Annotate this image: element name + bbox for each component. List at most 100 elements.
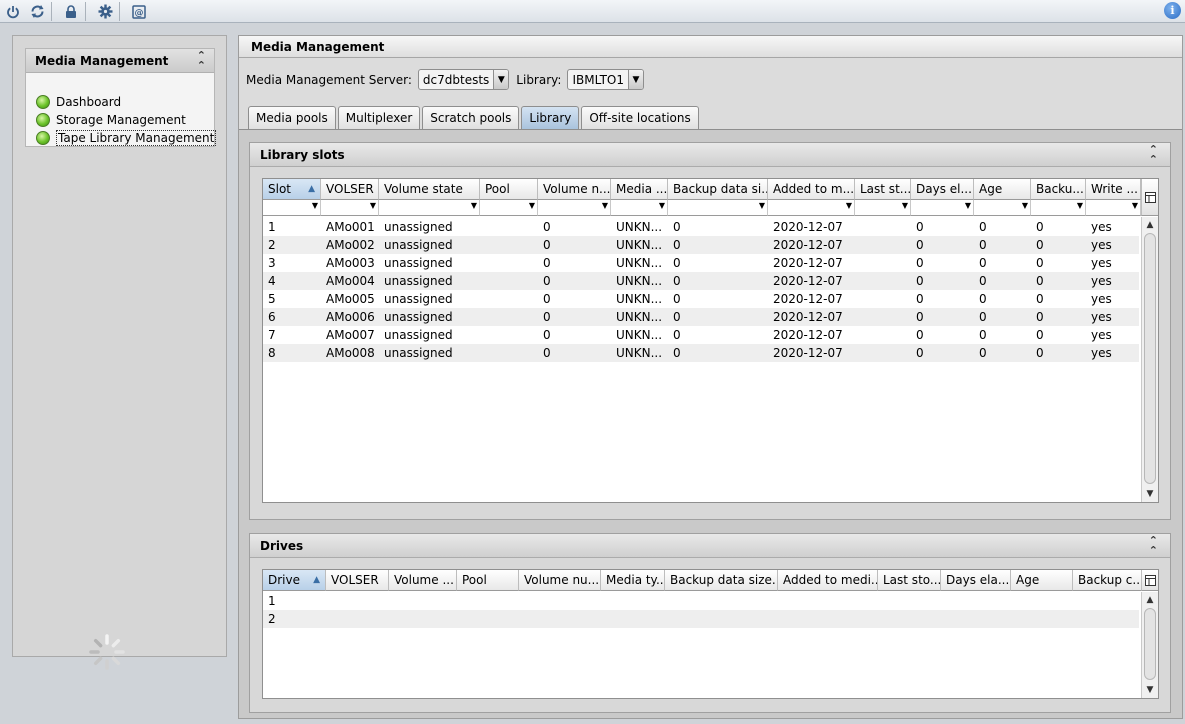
chevron-down-icon[interactable]: ▼ [312, 201, 318, 210]
gear-icon[interactable] [95, 2, 115, 21]
chevron-down-icon[interactable]: ▼ [1132, 201, 1138, 210]
column-filter-dropdown[interactable]: ▼ [974, 200, 1031, 216]
chevron-down-icon[interactable]: ▼ [493, 70, 509, 89]
column-filter-dropdown[interactable]: ▼ [855, 200, 911, 216]
column-filter-dropdown[interactable]: ▼ [911, 200, 974, 216]
lock-icon[interactable] [61, 2, 81, 21]
column-filter-dropdown[interactable]: ▼ [611, 200, 668, 216]
column-header[interactable]: Volume nu... [519, 570, 601, 591]
chevron-down-icon[interactable]: ▼ [902, 201, 908, 210]
chevron-down-icon[interactable]: ▼ [846, 201, 852, 210]
server-dropdown[interactable]: dc7dbtests ▼ [417, 69, 510, 90]
info-icon[interactable]: i [1164, 2, 1181, 19]
column-header[interactable]: Drive ▲ [263, 570, 326, 591]
column-filter-dropdown[interactable]: ▼ [480, 200, 538, 216]
table-cell: 0 [979, 274, 987, 288]
column-header[interactable]: Slot ▲ [263, 179, 321, 200]
chevron-down-icon[interactable]: ▼ [1077, 201, 1083, 210]
column-header[interactable]: Backu... [1031, 179, 1086, 200]
navigation-header[interactable]: Media Management ⌃ ⌃ [26, 49, 214, 73]
collapse-icon[interactable]: ⌃ ⌃ [1149, 144, 1158, 165]
column-header[interactable]: Added to m... [768, 179, 855, 200]
table-cell: UNKN... [616, 346, 663, 360]
scroll-down-icon[interactable]: ▼ [1142, 487, 1158, 501]
table-row[interactable] [263, 592, 1139, 610]
scroll-up-icon[interactable]: ▲ [1142, 593, 1158, 607]
nav-item-tape-library-management[interactable]: Tape Library Management [36, 129, 217, 146]
column-header[interactable]: Write ... [1086, 179, 1141, 200]
column-header[interactable]: Media ty... [601, 570, 665, 591]
column-header[interactable]: Volume n... [538, 179, 611, 200]
refresh-icon[interactable] [27, 2, 47, 21]
column-header[interactable]: Volume state [379, 179, 480, 200]
scroll-down-icon[interactable]: ▼ [1142, 683, 1158, 697]
chevron-down-icon[interactable]: ▼ [370, 201, 376, 210]
tab-scratch-pools[interactable]: Scratch pools [422, 106, 520, 129]
column-header[interactable]: VOLSER [326, 570, 389, 591]
navigation-box: Media Management ⌃ ⌃ Dashboard Storage Ma… [25, 48, 217, 147]
column-header[interactable]: Last sto... [878, 570, 941, 591]
column-header[interactable]: Pool [457, 570, 519, 591]
column-header-label: Media ... [616, 182, 668, 196]
column-header[interactable]: Added to medi... [778, 570, 878, 591]
scrollbar-thumb[interactable] [1144, 233, 1156, 484]
chevron-down-icon[interactable]: ▼ [659, 201, 665, 210]
column-header[interactable]: Backup data si... [668, 179, 768, 200]
chevron-down-icon[interactable]: ▼ [471, 201, 477, 210]
column-filter-dropdown[interactable]: ▼ [263, 200, 321, 216]
tab-off-site-locations[interactable]: Off-site locations [581, 106, 699, 129]
column-filter-dropdown[interactable]: ▼ [1086, 200, 1141, 216]
column-header[interactable]: Backup data size... [665, 570, 778, 591]
column-header[interactable]: Pool [480, 179, 538, 200]
column-header[interactable]: VOLSER [321, 179, 379, 200]
column-header-label: Volume state [384, 182, 463, 196]
chevron-down-icon[interactable]: ▼ [965, 201, 971, 210]
column-filter-dropdown[interactable]: ▼ [321, 200, 379, 216]
tab-media-pools[interactable]: Media pools [248, 106, 336, 129]
table-row[interactable] [263, 610, 1139, 628]
chevron-down-icon[interactable]: ▼ [628, 70, 644, 89]
nav-item-dashboard[interactable]: Dashboard [36, 93, 121, 110]
column-filter-dropdown[interactable]: ▼ [379, 200, 480, 216]
tab-multiplexer[interactable]: Multiplexer [337, 106, 421, 129]
chevron-down-icon[interactable]: ▼ [759, 201, 765, 210]
collapse-icon[interactable]: ⌃ ⌃ [1149, 535, 1158, 556]
nav-item-storage-management[interactable]: Storage Management [36, 111, 186, 128]
library-dropdown[interactable]: IBMLTO1 ▼ [567, 69, 645, 90]
table-cell: 0 [1036, 328, 1044, 342]
column-header[interactable]: Media ... [611, 179, 668, 200]
tab-library[interactable]: Library [521, 106, 580, 129]
vertical-scrollbar[interactable]: ▲ ▼ [1141, 217, 1158, 502]
scrollbar-thumb[interactable] [1144, 608, 1156, 680]
column-header[interactable]: Days ela... [941, 570, 1011, 591]
column-chooser-icon[interactable] [1141, 570, 1158, 591]
column-filter-dropdown[interactable]: ▼ [668, 200, 768, 216]
column-filter-dropdown[interactable]: ▼ [1031, 200, 1086, 216]
column-header[interactable]: Age [974, 179, 1031, 200]
table-cell: 2020-12-07 [773, 328, 843, 342]
chevron-down-icon[interactable]: ▼ [1022, 201, 1028, 210]
chevron-down-icon[interactable]: ▼ [602, 201, 608, 210]
column-chooser-icon[interactable] [1141, 179, 1158, 216]
table-cell: UNKN... [616, 256, 663, 270]
collapse-icon[interactable]: ⌃ ⌃ [197, 50, 206, 71]
column-header[interactable]: Volume ... [389, 570, 457, 591]
table-cell: UNKN... [616, 292, 663, 306]
scroll-up-icon[interactable]: ▲ [1142, 218, 1158, 232]
vertical-scrollbar[interactable]: ▲ ▼ [1141, 592, 1158, 698]
chevron-down-icon[interactable]: ▼ [529, 201, 535, 210]
table-cell: 0 [673, 310, 681, 324]
table-cell: yes [1091, 274, 1112, 288]
column-header[interactable]: Days el... [911, 179, 974, 200]
table-cell: 0 [916, 238, 924, 252]
column-header[interactable]: Backup c... [1073, 570, 1143, 591]
column-filter-dropdown[interactable]: ▼ [538, 200, 611, 216]
column-header[interactable]: Age [1011, 570, 1073, 591]
power-icon[interactable] [3, 2, 23, 21]
server-dropdown-value: dc7dbtests [422, 72, 490, 87]
library-tab-content: Library slots ⌃ ⌃ Slot ▲ ▼ 1 2 3 4 5 6 7 8 VOLSER ▼ AM… [239, 130, 1182, 718]
console-icon[interactable]: @ [129, 2, 149, 21]
column-header-label: Backup c... [1078, 573, 1143, 587]
column-header[interactable]: Last st... [855, 179, 911, 200]
column-filter-dropdown[interactable]: ▼ [768, 200, 855, 216]
